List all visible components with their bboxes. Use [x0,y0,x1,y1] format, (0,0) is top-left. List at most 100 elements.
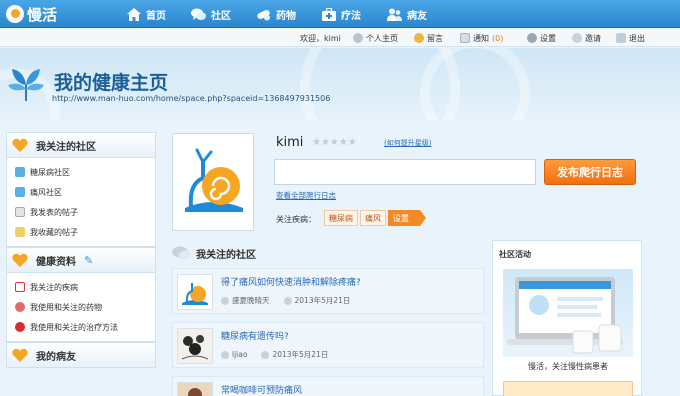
sidebar-friends-header[interactable]: 我的病友 [6,342,156,368]
followed-diseases-label: 关注疾病： [276,215,316,224]
user-icon [353,33,363,43]
diary-input[interactable] [274,159,536,185]
user-bar: 欢迎，kimi 个人主页 留言 通知 (0) 设置 邀请 退出 [0,29,680,47]
notification-count: (0) [492,33,504,43]
publish-diary-button[interactable]: 发布爬行日志 [544,159,636,185]
snail-avatar-image [173,134,253,230]
site-logo[interactable]: 慢活 [6,3,57,25]
folder-icon [15,227,25,237]
post-thumbnail [177,328,213,364]
user-icon [221,296,229,305]
leaf-logo-icon [8,69,44,101]
post-title[interactable]: 常喝咖啡可预防痛风 [221,383,302,396]
logo-text: 慢活 [27,5,58,24]
nav-friends-label: 病友 [407,10,427,22]
heart-icon [12,138,28,152]
post-meta: 盛夏晚晴天 2013年5月21日 [221,295,350,306]
edit-pencil-icon[interactable]: ✎ [84,254,93,267]
username: kimi [276,135,304,150]
activity-title: 社区活动 [499,250,531,259]
sidebar-item-gout-community[interactable]: 痛风社区 [7,182,155,202]
heart-icon [12,253,28,267]
post-thumbnail [177,382,213,396]
view-all-diaries-link[interactable]: 查看全部爬行日志 [276,190,336,201]
nav-drugs[interactable]: 药物 [256,0,296,28]
clock-icon [261,350,270,359]
heart-icon [12,348,28,362]
document-icon [15,207,25,217]
logout-link[interactable]: 退出 [616,29,645,47]
activity-caption: 慢活，关注慢性病患者 [528,362,608,371]
community-icon [15,187,25,197]
sidebar-item-my-posts[interactable]: 我发表的帖子 [7,202,155,222]
decorative-swirl [420,48,530,120]
message-icon [414,33,424,43]
left-sidebar: 我关注的社区 糖尿病社区 痛风社区 我发表的帖子 我收藏的帖子 健康资料 ✎ 我… [6,132,156,396]
space-url: http://www.man-huo.com/home/space.php?sp… [52,94,331,103]
disease-settings-button[interactable]: 设置 [388,210,426,226]
sidebar-item-my-diseases[interactable]: 我关注的疾病 [7,277,155,297]
post-thumbnail [177,274,213,310]
sidebar-item-my-therapies[interactable]: 我使用和关注的治疗方法 [7,317,155,337]
avatar[interactable] [172,133,254,231]
nav-friends[interactable]: 病友 [387,0,427,28]
nav-therapy-label: 疗法 [341,10,361,22]
sidebar-item-saved-posts[interactable]: 我收藏的帖子 [7,222,155,242]
post-author[interactable]: 盛夏晚晴天 [232,295,270,306]
upgrade-rating-link[interactable]: (如何提升星级) [384,138,431,148]
star-rating: ★★★★★ [312,137,357,148]
pill-icon [256,7,271,22]
community-activity-panel: 社区活动 慢活，关注慢性病患者 [492,240,642,396]
settings-link[interactable]: 设置 [527,29,556,47]
feed-post[interactable]: 得了痛风如何快速消肿和解除疼痛? 盛夏晚晴天 2013年5月21日 [172,268,484,314]
nav-drugs-label: 药物 [276,10,296,22]
sidebar-communities-header: 我关注的社区 [6,132,156,158]
sidebar-item-my-drugs[interactable]: 我使用和关注的药物 [7,297,155,317]
chat-bubble-icon [191,7,206,22]
sidebar-communities-list: 糖尿病社区 痛风社区 我发表的帖子 我收藏的帖子 [6,158,156,247]
welcome-text: 欢迎，kimi [300,33,341,43]
nav-home[interactable]: 首页 [126,0,166,28]
sidebar-health-header: 健康资料 ✎ [6,247,156,273]
post-meta: ljiao 2013年5月21日 [221,349,328,360]
gear-icon [527,33,537,43]
post-title[interactable]: 得了痛风如何快速消肿和解除疼痛? [221,275,361,288]
snail-logo-icon [6,5,24,23]
feed-post[interactable]: 常喝咖啡可预防痛风 [172,376,484,396]
users-icon [387,7,402,22]
notifications-link[interactable]: 通知 (0) [460,29,503,47]
feed-post[interactable]: 糖尿病有遗传吗? ljiao 2013年5月21日 [172,322,484,368]
envelope-icon [460,33,470,43]
main-content: kimi ★★★★★ (如何提升星级) 发布爬行日志 查看全部爬行日志 关注疾病… [166,128,646,396]
page-header: 我的健康主页 http://www.man-huo.com/home/space… [0,48,680,120]
sidebar-item-diabetes-community[interactable]: 糖尿病社区 [7,162,155,182]
post-date: 2013年5月21日 [272,350,329,359]
invite-icon [572,33,582,43]
community-icon [15,167,25,177]
heart-icon [15,322,25,332]
clock-icon [283,296,292,305]
post-author[interactable]: ljiao [232,350,247,359]
nav-community-label: 社区 [211,10,231,22]
sidebar-health-list: 我关注的疾病 我使用和关注的药物 我使用和关注的治疗方法 [6,273,156,342]
user-icon [221,350,229,359]
home-icon [126,7,141,22]
medical-kit-icon [321,7,336,22]
medical-cross-icon [15,282,25,292]
feed-section-title: 我关注的社区 [172,243,256,263]
nav-therapy[interactable]: 疗法 [321,0,361,28]
nav-community[interactable]: 社区 [191,0,231,28]
messages-link[interactable]: 留言 [414,29,443,47]
page-title: 我的健康主页 [54,72,169,94]
personal-home-link[interactable]: 个人主页 [353,29,398,47]
nav-home-label: 首页 [146,10,166,22]
activity-action-button[interactable] [503,381,633,396]
activity-banner-image[interactable] [503,269,633,357]
post-title[interactable]: 糖尿病有遗传吗? [221,329,289,342]
chat-bubble-icon [172,246,191,260]
pill-icon [15,302,25,312]
invite-link[interactable]: 邀请 [572,29,601,47]
disease-tag-gout[interactable]: 痛风 [360,210,386,226]
disease-tag-diabetes[interactable]: 糖尿病 [324,210,358,226]
top-navigation-bar: 慢活 首页 社区 药物 疗法 病友 [0,0,680,28]
